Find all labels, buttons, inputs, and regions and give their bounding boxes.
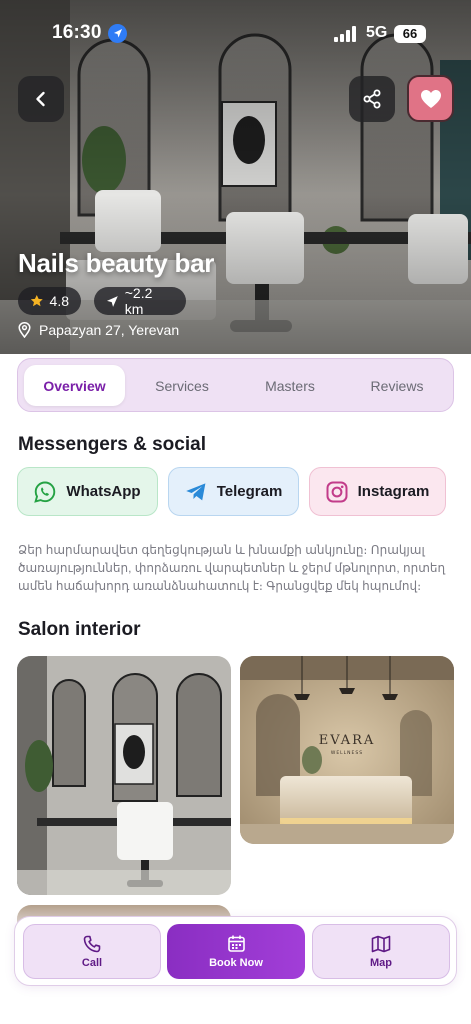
bottom-action-bar: Call Book Now Map	[14, 916, 457, 986]
phone-icon	[83, 935, 101, 952]
location-arrow-icon	[108, 24, 127, 43]
navigation-arrow-icon	[106, 295, 118, 307]
gallery-photo-1[interactable]	[17, 656, 231, 895]
evara-subsign: WELLNESS	[331, 750, 363, 756]
rating-value: 4.8	[49, 293, 69, 309]
favorite-button[interactable]	[407, 75, 454, 122]
messengers-heading: Messengers & social	[18, 434, 206, 455]
salon-name: Nails beauty bar	[18, 248, 215, 278]
section-tabs: Overview Services Masters Reviews	[17, 358, 454, 412]
share-button[interactable]	[349, 76, 395, 122]
status-bar: 16:30 5G 66	[0, 22, 471, 48]
salon-address: Papazyan 27, Yerevan	[18, 322, 179, 338]
chevron-left-icon	[36, 91, 45, 107]
map-label: Map	[370, 956, 392, 969]
distance-badge: ~2.2 km	[94, 285, 186, 317]
share-icon	[363, 89, 381, 109]
address-text: Papazyan 27, Yerevan	[39, 322, 180, 338]
interior-photo-reception: EVARA WELLNESS	[240, 656, 454, 844]
battery-level: 66	[402, 26, 418, 41]
instagram-label: Instagram	[357, 483, 430, 500]
distance-value: ~2.2 km	[124, 285, 153, 317]
rating-badge: 4.8	[18, 287, 81, 315]
tab-reviews[interactable]: Reviews	[347, 365, 447, 406]
calendar-icon	[227, 935, 245, 952]
salon-description: Ձեր հարմարավետ գեղեցկության և խնամքի անկ…	[18, 543, 446, 593]
battery-icon: 66	[394, 25, 426, 43]
map-pin-icon	[18, 322, 31, 338]
whatsapp-button[interactable]: WhatsApp	[17, 467, 158, 516]
book-now-button[interactable]: Book Now	[167, 924, 305, 979]
evara-sign: EVARA	[319, 733, 376, 748]
tab-masters[interactable]: Masters	[240, 365, 340, 406]
call-label: Call	[81, 956, 103, 969]
gallery-heading: Salon interior	[18, 619, 141, 640]
whatsapp-label: WhatsApp	[66, 483, 141, 500]
telegram-label: Telegram	[216, 483, 283, 500]
star-icon	[30, 295, 43, 307]
hero-image: 16:30 5G 66 Nails beauty bar 4.8 ~2.2 km…	[0, 0, 471, 354]
signal-icon	[334, 26, 356, 42]
map-button[interactable]: Map	[312, 924, 450, 979]
telegram-button[interactable]: Telegram	[168, 467, 299, 516]
tab-services[interactable]: Services	[132, 365, 232, 406]
back-button[interactable]	[18, 76, 64, 122]
interior-photo-mirrors	[17, 656, 231, 895]
whatsapp-icon	[34, 481, 56, 503]
network-type: 5G	[366, 24, 388, 41]
telegram-icon	[185, 482, 206, 500]
gallery-photo-2[interactable]: EVARA WELLNESS	[240, 656, 454, 844]
tab-overview[interactable]: Overview	[24, 365, 125, 406]
map-icon	[371, 935, 391, 952]
instagram-button[interactable]: Instagram	[309, 467, 446, 516]
instagram-icon	[326, 481, 348, 502]
status-time: 16:30	[52, 22, 102, 43]
heart-icon	[420, 89, 441, 108]
call-button[interactable]: Call	[23, 924, 161, 979]
book-now-label: Book Now	[209, 957, 263, 969]
